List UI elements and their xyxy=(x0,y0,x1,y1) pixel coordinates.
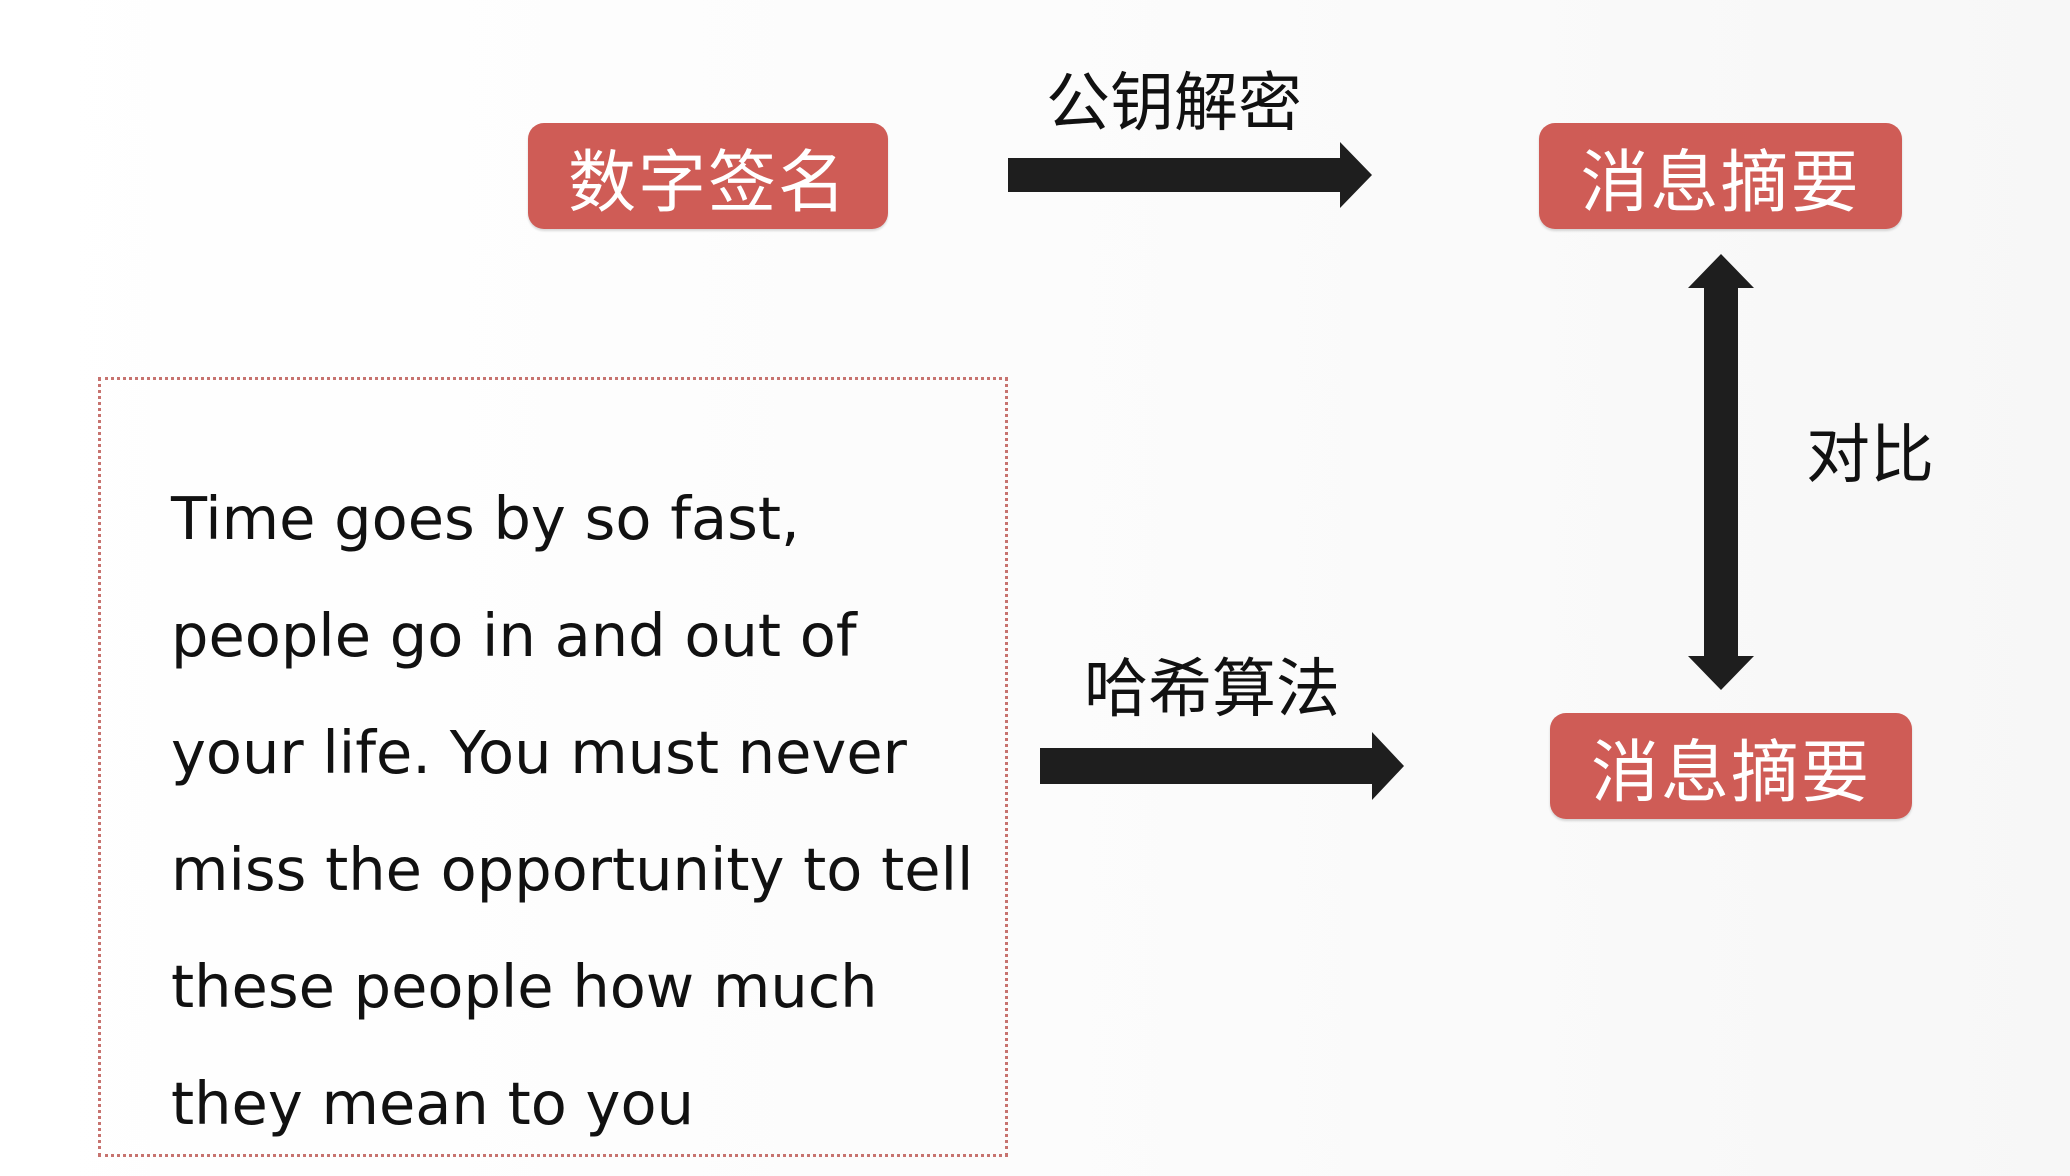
original-message-box: Time goes by so fast, people go in and o… xyxy=(98,377,1008,1157)
hash-arrow xyxy=(1040,732,1404,800)
diagram-canvas: 数字签名 消息摘要 消息摘要 公钥解密 哈希算法 对比 Time goes by… xyxy=(0,0,2070,1176)
original-message-text: Time goes by so fast, people go in and o… xyxy=(171,484,974,1138)
decrypt-arrow xyxy=(1008,142,1372,208)
compare-arrow xyxy=(1688,254,1754,690)
